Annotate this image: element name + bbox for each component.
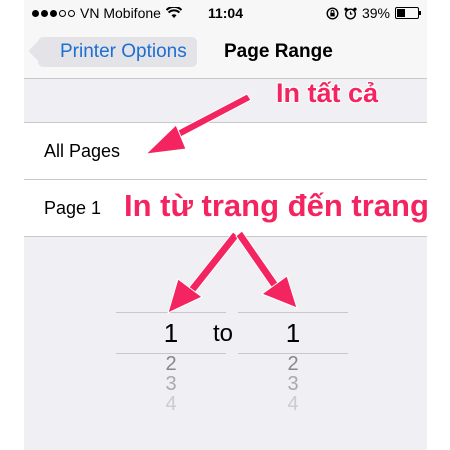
back-button[interactable]: Printer Options: [28, 37, 197, 67]
from-page-option[interactable]: 4: [116, 394, 226, 414]
status-bar: VN Mobifone 11:04 39%: [24, 0, 427, 26]
to-page-selected: 1: [238, 312, 348, 354]
page-title: Page Range: [224, 41, 333, 62]
navigation-bar: Printer Options Page Range: [24, 26, 427, 79]
from-page-selected: 1: [116, 312, 226, 354]
option-label: Page 1: [44, 198, 102, 218]
back-button-label: Printer Options: [60, 41, 187, 62]
status-right: 39%: [326, 5, 421, 21]
to-page-option[interactable]: 3: [238, 374, 348, 394]
battery-percent: 39%: [361, 5, 390, 21]
alarm-icon: [344, 7, 357, 20]
page-range-picker: 1 2 3 4 to 1 2 3 4: [24, 312, 427, 422]
phone-screen: VN Mobifone 11:04 39% Printer Options Pa…: [24, 0, 427, 450]
battery-icon: [395, 7, 421, 19]
back-chevron-icon: [28, 38, 54, 64]
to-page-option[interactable]: 2: [238, 354, 348, 374]
annotation-all-pages: In tất cả: [276, 78, 379, 108]
battery-fill: [397, 9, 405, 17]
option-label: All Pages: [44, 141, 121, 161]
option-all-pages[interactable]: All Pages: [24, 123, 427, 179]
rotation-lock-icon: [326, 6, 339, 20]
annotation-page-range: In từ trang đến trang: [124, 188, 429, 223]
to-page-wheel[interactable]: 1 2 3 4: [238, 312, 348, 414]
from-page-wheel[interactable]: 1 2 3 4: [116, 312, 226, 414]
to-page-option[interactable]: 4: [238, 394, 348, 414]
from-page-option[interactable]: 3: [116, 374, 226, 394]
from-page-option[interactable]: 2: [116, 354, 226, 374]
range-separator: to: [213, 320, 234, 347]
